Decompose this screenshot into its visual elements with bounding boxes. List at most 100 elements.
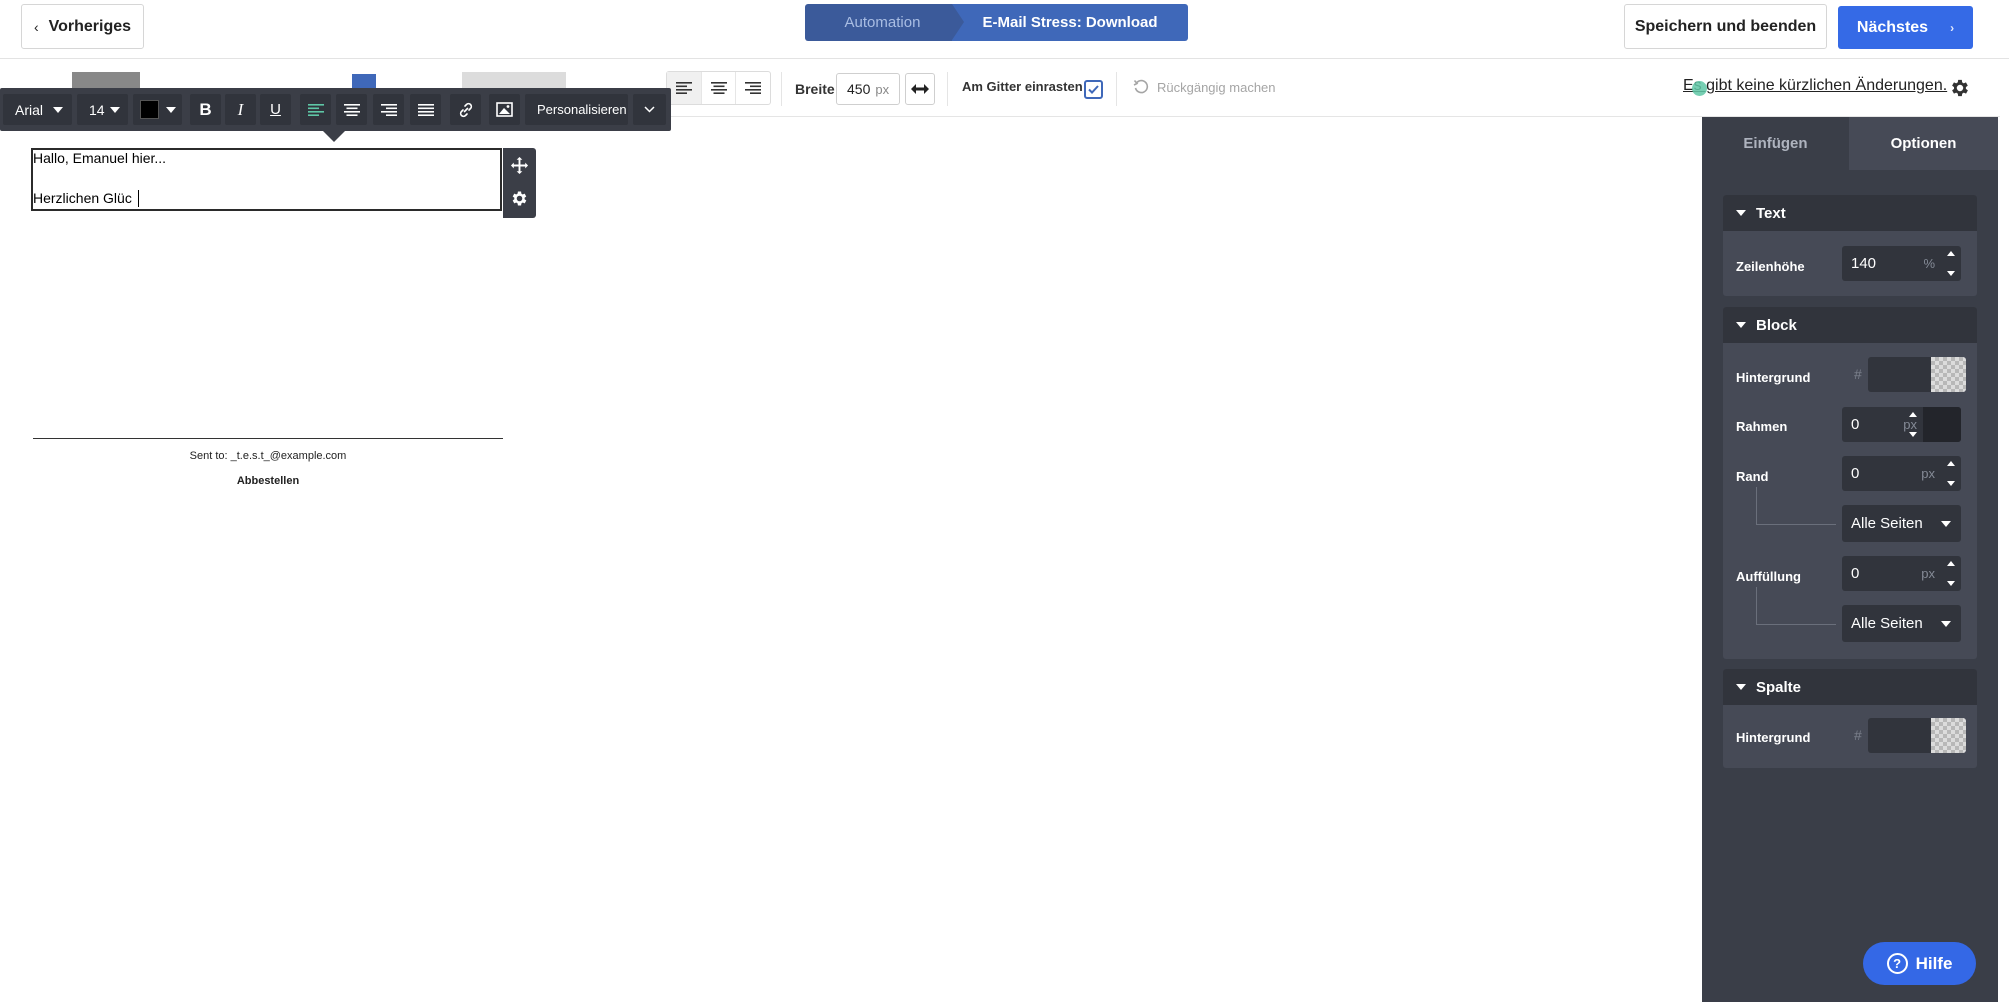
align-center-button[interactable] (702, 72, 737, 104)
personalize-dropdown[interactable]: Personalisieren (525, 94, 628, 125)
margin-sides-select[interactable]: Alle Seiten (1842, 505, 1961, 542)
align-left-icon (675, 82, 692, 94)
image-icon (496, 102, 513, 117)
margin-input[interactable]: 0 px (1842, 456, 1961, 491)
breadcrumb-current-email: E-Mail Stress: Download (952, 4, 1188, 41)
chevron-down-icon (644, 106, 655, 113)
toolbar-divider (781, 72, 782, 106)
next-button-label: Nächstes (1856, 18, 1929, 36)
undo-icon (1133, 79, 1149, 94)
margin-stepper[interactable] (1947, 461, 1955, 486)
line-height-unit: % (1923, 256, 1935, 271)
font-family-dropdown[interactable]: Arial (3, 94, 72, 125)
width-label: Breite (795, 81, 835, 97)
line-height-stepper[interactable] (1947, 251, 1955, 276)
save-and-exit-button[interactable]: Speichern und beenden (1624, 4, 1827, 49)
padding-bracket (1756, 587, 1836, 625)
padding-sides-select[interactable]: Alle Seiten (1842, 605, 1961, 642)
underline-button[interactable]: U (260, 94, 291, 125)
email-text-line[interactable]: Hallo, Emanuel hier... (33, 150, 166, 166)
gear-icon (512, 191, 527, 206)
hash-prefix: # (1854, 366, 1862, 382)
breadcrumb-arrow (952, 4, 964, 40)
column-section-header[interactable]: Spalte (1723, 669, 1977, 705)
link-icon (459, 102, 472, 117)
align-right-button[interactable] (736, 72, 770, 104)
next-button[interactable]: Nächstes › (1838, 6, 1973, 49)
text-color-picker[interactable] (133, 94, 182, 125)
text-align-center-button[interactable] (336, 94, 367, 125)
tab-insert[interactable]: Einfügen (1702, 117, 1849, 170)
arrows-horizontal-icon (911, 84, 929, 94)
text-justify-button[interactable] (410, 94, 441, 125)
help-button[interactable]: ? Hilfe (1863, 942, 1976, 985)
toolbar-divider (947, 72, 948, 106)
column-background-hex-field[interactable] (1868, 718, 1931, 753)
padding-label: Auffüllung (1736, 569, 1801, 584)
align-right-icon (745, 82, 762, 94)
more-options-button[interactable] (633, 94, 666, 125)
top-header: ‹ Vorheriges Automation E-Mail Stress: D… (0, 0, 2009, 59)
bold-button[interactable]: B (190, 94, 221, 125)
align-justify-icon (417, 103, 434, 116)
block-background-color-input[interactable]: # (1854, 357, 1966, 392)
previous-button[interactable]: ‹ Vorheriges (21, 4, 144, 49)
insert-image-button[interactable] (489, 94, 520, 125)
column-section: Spalte Hintergrund # (1723, 669, 1977, 768)
line-height-value: 140 (1851, 255, 1877, 272)
breadcrumb-automation[interactable]: Automation (805, 4, 960, 41)
width-input[interactable]: 450 px (836, 73, 900, 105)
line-height-label: Zeilenhöhe (1736, 259, 1805, 274)
text-align-right-button[interactable] (373, 94, 404, 125)
block-background-hex-field[interactable] (1868, 357, 1931, 392)
border-stepper[interactable] (1909, 412, 1917, 437)
border-input[interactable]: 0 px (1842, 407, 1961, 442)
recent-changes-link[interactable]: Es gibt keine kürzlichen Änderungen. (1683, 77, 1947, 95)
move-icon (510, 156, 529, 175)
chevron-left-icon: ‹ (33, 18, 39, 35)
grid-snap-checkbox[interactable] (1084, 80, 1103, 99)
padding-stepper[interactable] (1947, 561, 1955, 586)
footer-divider (33, 438, 503, 439)
block-section-title: Block (1756, 316, 1797, 334)
full-width-button[interactable] (905, 73, 935, 105)
align-left-button[interactable] (667, 72, 702, 104)
border-value: 0 (1851, 416, 1860, 433)
insert-link-button[interactable] (450, 94, 481, 125)
undo-button[interactable]: Rückgängig machen (1133, 79, 1276, 95)
margin-bracket (1756, 487, 1836, 525)
line-height-input[interactable]: 140 % (1842, 246, 1961, 281)
chevron-down-icon (1941, 521, 1951, 527)
block-background-label: Hintergrund (1736, 370, 1811, 385)
previous-button-label: Vorheriges (48, 17, 132, 35)
block-handle (503, 148, 536, 218)
border-color-swatch[interactable] (1923, 407, 1961, 442)
rich-text-toolbar: Arial 14 B I U Personalisieren (0, 88, 671, 131)
settings-button[interactable] (1949, 77, 1971, 104)
column-section-title: Spalte (1756, 678, 1802, 696)
text-section: Text Zeilenhöhe 140 % (1723, 195, 1977, 296)
unsubscribe-link[interactable]: Abbestellen (33, 475, 503, 487)
column-background-color-input[interactable]: # (1854, 718, 1966, 753)
email-text-line[interactable]: Herzlichen Glüc (33, 190, 132, 206)
block-settings-button[interactable] (510, 189, 529, 213)
block-background-swatch[interactable] (1931, 357, 1966, 392)
tab-options[interactable]: Optionen (1849, 117, 1998, 170)
italic-button[interactable]: I (225, 94, 256, 125)
column-background-swatch[interactable] (1931, 718, 1966, 753)
chevron-down-icon (1941, 621, 1951, 627)
font-size-dropdown[interactable]: 14 (77, 94, 128, 125)
block-section-header[interactable]: Block (1723, 307, 1977, 343)
block-alignment-group (666, 71, 771, 105)
help-icon: ? (1886, 953, 1908, 974)
chevron-right-icon: › (1950, 20, 1955, 35)
margin-value: 0 (1851, 465, 1860, 482)
column-background-label: Hintergrund (1736, 730, 1811, 745)
text-section-header[interactable]: Text (1723, 195, 1977, 231)
move-block-button[interactable] (510, 156, 529, 180)
text-align-left-button[interactable] (300, 94, 331, 125)
collapse-triangle-icon (1736, 322, 1746, 328)
padding-value: 0 (1851, 565, 1860, 582)
width-value: 450 (847, 81, 871, 97)
padding-input[interactable]: 0 px (1842, 556, 1961, 591)
